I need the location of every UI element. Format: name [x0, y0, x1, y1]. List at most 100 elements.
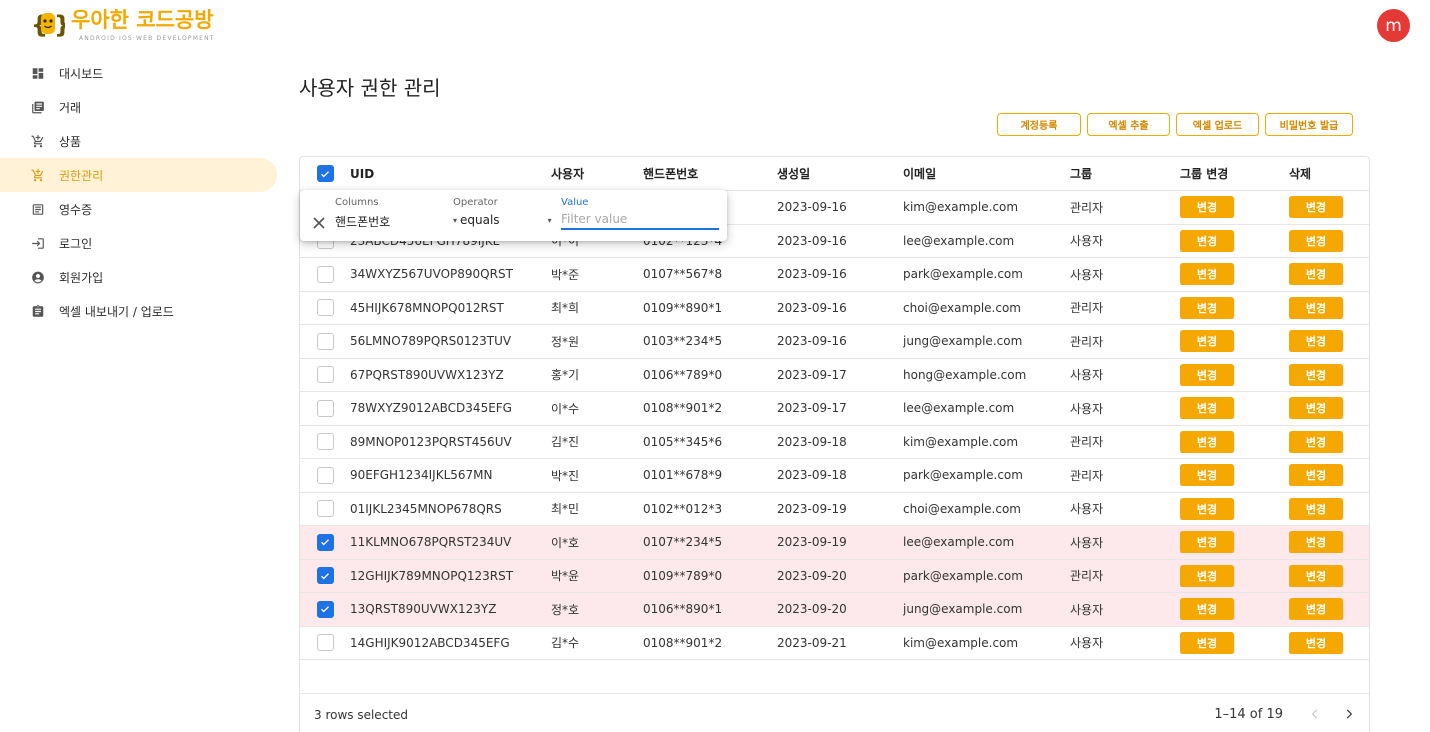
- row-checkbox[interactable]: [316, 299, 334, 317]
- change-group-button[interactable]: 변경: [1180, 196, 1234, 219]
- delete-user-button[interactable]: 변경: [1289, 229, 1343, 252]
- delete-user-button[interactable]: 변경: [1289, 631, 1343, 654]
- row-checkbox[interactable]: [316, 332, 334, 350]
- issue-password-button[interactable]: 비밀번호 발급: [1265, 113, 1353, 136]
- sidebar-item-login[interactable]: 로그인: [0, 226, 277, 260]
- row-checkbox[interactable]: [316, 500, 334, 518]
- table-row[interactable]: 45HIJK678MNOPQ012RST 최*희 0109**890*1 2023-0…: [300, 292, 1369, 325]
- column-header-uid[interactable]: UID: [350, 167, 551, 181]
- change-group-button[interactable]: 변경: [1180, 430, 1234, 453]
- cell-user: 최*희: [551, 301, 580, 316]
- table-row[interactable]: 89MNOP0123PQRST456UV 김*진 0105**345*6 2023-0…: [300, 426, 1369, 459]
- table-row[interactable]: 01IJKL2345MNOP678QRS 최*민 0102**012*3 2023-0…: [300, 493, 1369, 526]
- filter-value-input[interactable]: [561, 210, 719, 230]
- delete-user-button[interactable]: 변경: [1289, 296, 1343, 319]
- table-row[interactable]: 34WXYZ567UVOP890QRST 박*준 0107**567*8 2023-0…: [300, 258, 1369, 292]
- sidebar-item-transactions[interactable]: 거래: [0, 90, 277, 124]
- cell-email: park@example.com: [903, 267, 1023, 282]
- row-checkbox[interactable]: [316, 600, 334, 618]
- row-checkbox[interactable]: [316, 433, 334, 451]
- cell-created-date: 2023-09-16: [777, 200, 847, 215]
- change-group-button[interactable]: 변경: [1180, 564, 1234, 587]
- cell-group: 관리자: [1070, 334, 1104, 349]
- login-icon: [31, 236, 45, 250]
- change-group-button[interactable]: 변경: [1180, 397, 1234, 420]
- cell-created-date: 2023-09-19: [777, 501, 847, 516]
- delete-user-button[interactable]: 변경: [1289, 397, 1343, 420]
- table-row[interactable]: 56LMNO789PQRS0123TUV 정*원 0103**234*5 2023-0…: [300, 325, 1369, 359]
- delete-user-button[interactable]: 변경: [1289, 263, 1343, 286]
- row-checkbox[interactable]: [316, 366, 334, 384]
- change-group-button[interactable]: 변경: [1180, 631, 1234, 654]
- delete-user-button[interactable]: 변경: [1289, 531, 1343, 554]
- cell-uid: 13QRST890UVWX123YZ: [350, 602, 497, 617]
- change-group-button[interactable]: 변경: [1180, 296, 1234, 319]
- filter-operator-field[interactable]: Operator ▾ equals ▾: [453, 197, 555, 230]
- cell-email: kim@example.com: [903, 434, 1019, 449]
- excel-upload-button[interactable]: 엑셀 업로드: [1176, 113, 1259, 136]
- delete-user-button[interactable]: 변경: [1289, 598, 1343, 621]
- change-group-button[interactable]: 변경: [1180, 464, 1234, 487]
- sidebar-item-receipts[interactable]: 영수증: [0, 192, 277, 226]
- cell-group: 관리자: [1070, 468, 1104, 483]
- previous-page-icon[interactable]: [1305, 704, 1325, 724]
- delete-user-button[interactable]: 변경: [1289, 430, 1343, 453]
- table-row[interactable]: 90EFGH1234IJKL567MN 박*진 0101**678*9 2023-09…: [300, 459, 1369, 493]
- cell-group: 사용자: [1070, 401, 1104, 416]
- column-header-phone[interactable]: 핸드폰번호: [643, 165, 777, 182]
- delete-user-button[interactable]: 변경: [1289, 330, 1343, 353]
- column-header-group-change[interactable]: 그룹 변경: [1180, 165, 1289, 182]
- change-group-button[interactable]: 변경: [1180, 497, 1234, 520]
- close-filter-icon[interactable]: [312, 215, 326, 229]
- delete-user-button[interactable]: 변경: [1289, 196, 1343, 219]
- excel-export-button[interactable]: 엑셀 추출: [1087, 113, 1170, 136]
- change-group-button[interactable]: 변경: [1180, 330, 1234, 353]
- delete-user-button[interactable]: 변경: [1289, 464, 1343, 487]
- column-header-group[interactable]: 그룹: [1070, 165, 1180, 182]
- brand-logo[interactable]: { } 우아한 코드공방 ANDROID·IOS·WEB DEVELOPMENT: [31, 8, 215, 42]
- column-header-delete[interactable]: 삭제: [1289, 165, 1369, 182]
- next-page-icon[interactable]: [1339, 704, 1359, 724]
- sidebar-item-products[interactable]: 상품: [0, 124, 277, 158]
- sidebar-item-excel[interactable]: 엑셀 내보내기 / 업로드: [0, 294, 277, 328]
- change-group-button[interactable]: 변경: [1180, 229, 1234, 252]
- cell-created-date: 2023-09-16: [777, 300, 847, 315]
- filter-value-field[interactable]: Value: [561, 197, 721, 230]
- row-checkbox[interactable]: [316, 265, 334, 283]
- delete-user-button[interactable]: 변경: [1289, 363, 1343, 386]
- row-checkbox[interactable]: [316, 466, 334, 484]
- filter-columns-field[interactable]: Columns 핸드폰번호: [335, 197, 440, 233]
- user-avatar[interactable]: m: [1377, 9, 1410, 42]
- delete-user-button[interactable]: 변경: [1289, 497, 1343, 520]
- change-group-button[interactable]: 변경: [1180, 363, 1234, 386]
- change-group-button[interactable]: 변경: [1180, 263, 1234, 286]
- delete-user-button[interactable]: 변경: [1289, 564, 1343, 587]
- row-checkbox[interactable]: [316, 533, 334, 551]
- column-header-email[interactable]: 이메일: [903, 165, 1070, 182]
- receipt-icon: [31, 202, 45, 216]
- cell-uid: 34WXYZ567UVOP890QRST: [350, 267, 513, 282]
- sidebar-item-signup[interactable]: 회원가입: [0, 260, 277, 294]
- sidebar-item-permissions[interactable]: 권한관리: [0, 158, 277, 192]
- sidebar-item-dashboard[interactable]: 대시보드: [0, 56, 277, 90]
- column-header-user[interactable]: 사용자: [551, 165, 643, 182]
- cell-email: kim@example.com: [903, 200, 1019, 215]
- column-header-created[interactable]: 생성일: [777, 165, 903, 182]
- cell-phone: 0106**890*1: [643, 602, 723, 617]
- table-row[interactable]: 12GHIJK789MNOPQ123RST 박*윤 0109**789*0 2023-…: [300, 559, 1369, 593]
- sidebar-item-label: 권한관리: [59, 168, 104, 183]
- table-row[interactable]: 14GHIJK9012ABCD345EFG 김*수 0108**901*2 2023-…: [300, 627, 1369, 660]
- select-all-checkbox[interactable]: [316, 165, 334, 182]
- table-row[interactable]: 78WXYZ9012ABCD345EFG 이*수 0108**901*2 2023-0…: [300, 392, 1369, 426]
- filter-operator-select[interactable]: ▾ equals ▾: [453, 213, 555, 230]
- table-row[interactable]: 67PQRST890UVWX123YZ 홍*기 0106**789*0 2023-09…: [300, 359, 1369, 392]
- row-checkbox[interactable]: [316, 634, 334, 652]
- row-checkbox[interactable]: [316, 567, 334, 585]
- table-row[interactable]: 13QRST890UVWX123YZ 정*호 0106**890*1 2023-09-…: [300, 593, 1369, 627]
- register-account-button[interactable]: 계정등록: [997, 113, 1081, 136]
- change-group-button[interactable]: 변경: [1180, 598, 1234, 621]
- row-checkbox[interactable]: [316, 399, 334, 417]
- change-group-button[interactable]: 변경: [1180, 531, 1234, 554]
- filter-columns-select[interactable]: 핸드폰번호: [335, 213, 440, 233]
- table-row[interactable]: 11KLMNO678PQRST234UV 이*호 0107**234*5 2023-0…: [300, 526, 1369, 560]
